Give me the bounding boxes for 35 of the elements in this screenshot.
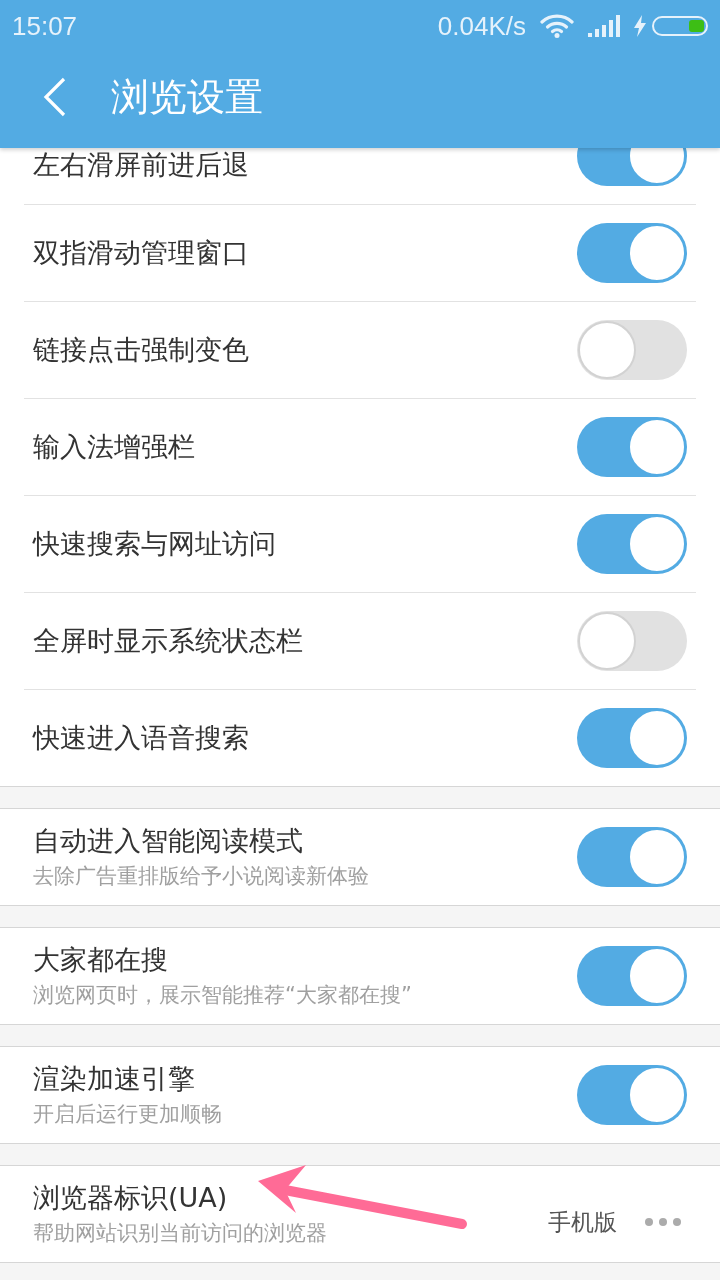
- toggle-switch[interactable]: [577, 827, 687, 887]
- charging-icon: [634, 15, 646, 37]
- setting-title: 全屏时显示系统状态栏: [33, 624, 303, 658]
- back-icon: [43, 77, 67, 117]
- setting-title: 快速进入语音搜索: [33, 721, 249, 755]
- toggle-switch[interactable]: [577, 148, 687, 186]
- setting-title: 链接点击强制变色: [33, 333, 249, 367]
- toggle-switch[interactable]: [577, 417, 687, 477]
- status-time: 15:07: [12, 10, 78, 42]
- setting-title: 自动进入智能阅读模式: [33, 824, 304, 858]
- setting-title: 浏览器标识(UA): [33, 1181, 229, 1215]
- setting-subtitle: 帮助网站识别当前访问的浏览器: [33, 1220, 327, 1247]
- toggle-switch[interactable]: [577, 708, 687, 768]
- toggle-switch[interactable]: [577, 320, 687, 380]
- toggle-switch[interactable]: [577, 514, 687, 574]
- toggle-switch[interactable]: [577, 611, 687, 671]
- setting-subtitle: 开启后运行更加顺畅: [33, 1101, 222, 1128]
- page-title: 浏览设置: [111, 73, 263, 121]
- setting-title: 渲染加速引擎: [33, 1062, 196, 1096]
- ua-value[interactable]: 手机版: [548, 1206, 617, 1238]
- toggle-switch[interactable]: [577, 223, 687, 283]
- setting-title: 双指滑动管理窗口: [33, 236, 249, 270]
- battery-icon: [652, 16, 708, 36]
- setting-subtitle: 去除广告重排版给予小说阅读新体验: [33, 863, 369, 890]
- toggle-switch[interactable]: [577, 1065, 687, 1125]
- setting-title: 快速搜索与网址访问: [33, 527, 276, 561]
- setting-title: 输入法增强栏: [33, 430, 195, 464]
- setting-title: 左右滑屏前进后退: [33, 148, 249, 182]
- signal-icon: [588, 15, 620, 37]
- setting-subtitle: 浏览网页时，展示智能推荐“大家都在搜”: [33, 982, 412, 1009]
- setting-title: 大家都在搜: [33, 943, 169, 977]
- network-speed: 0.04K/s: [437, 10, 526, 42]
- more-icon[interactable]: [645, 1218, 681, 1226]
- toggle-switch[interactable]: [577, 946, 687, 1006]
- wifi-icon: [540, 14, 574, 38]
